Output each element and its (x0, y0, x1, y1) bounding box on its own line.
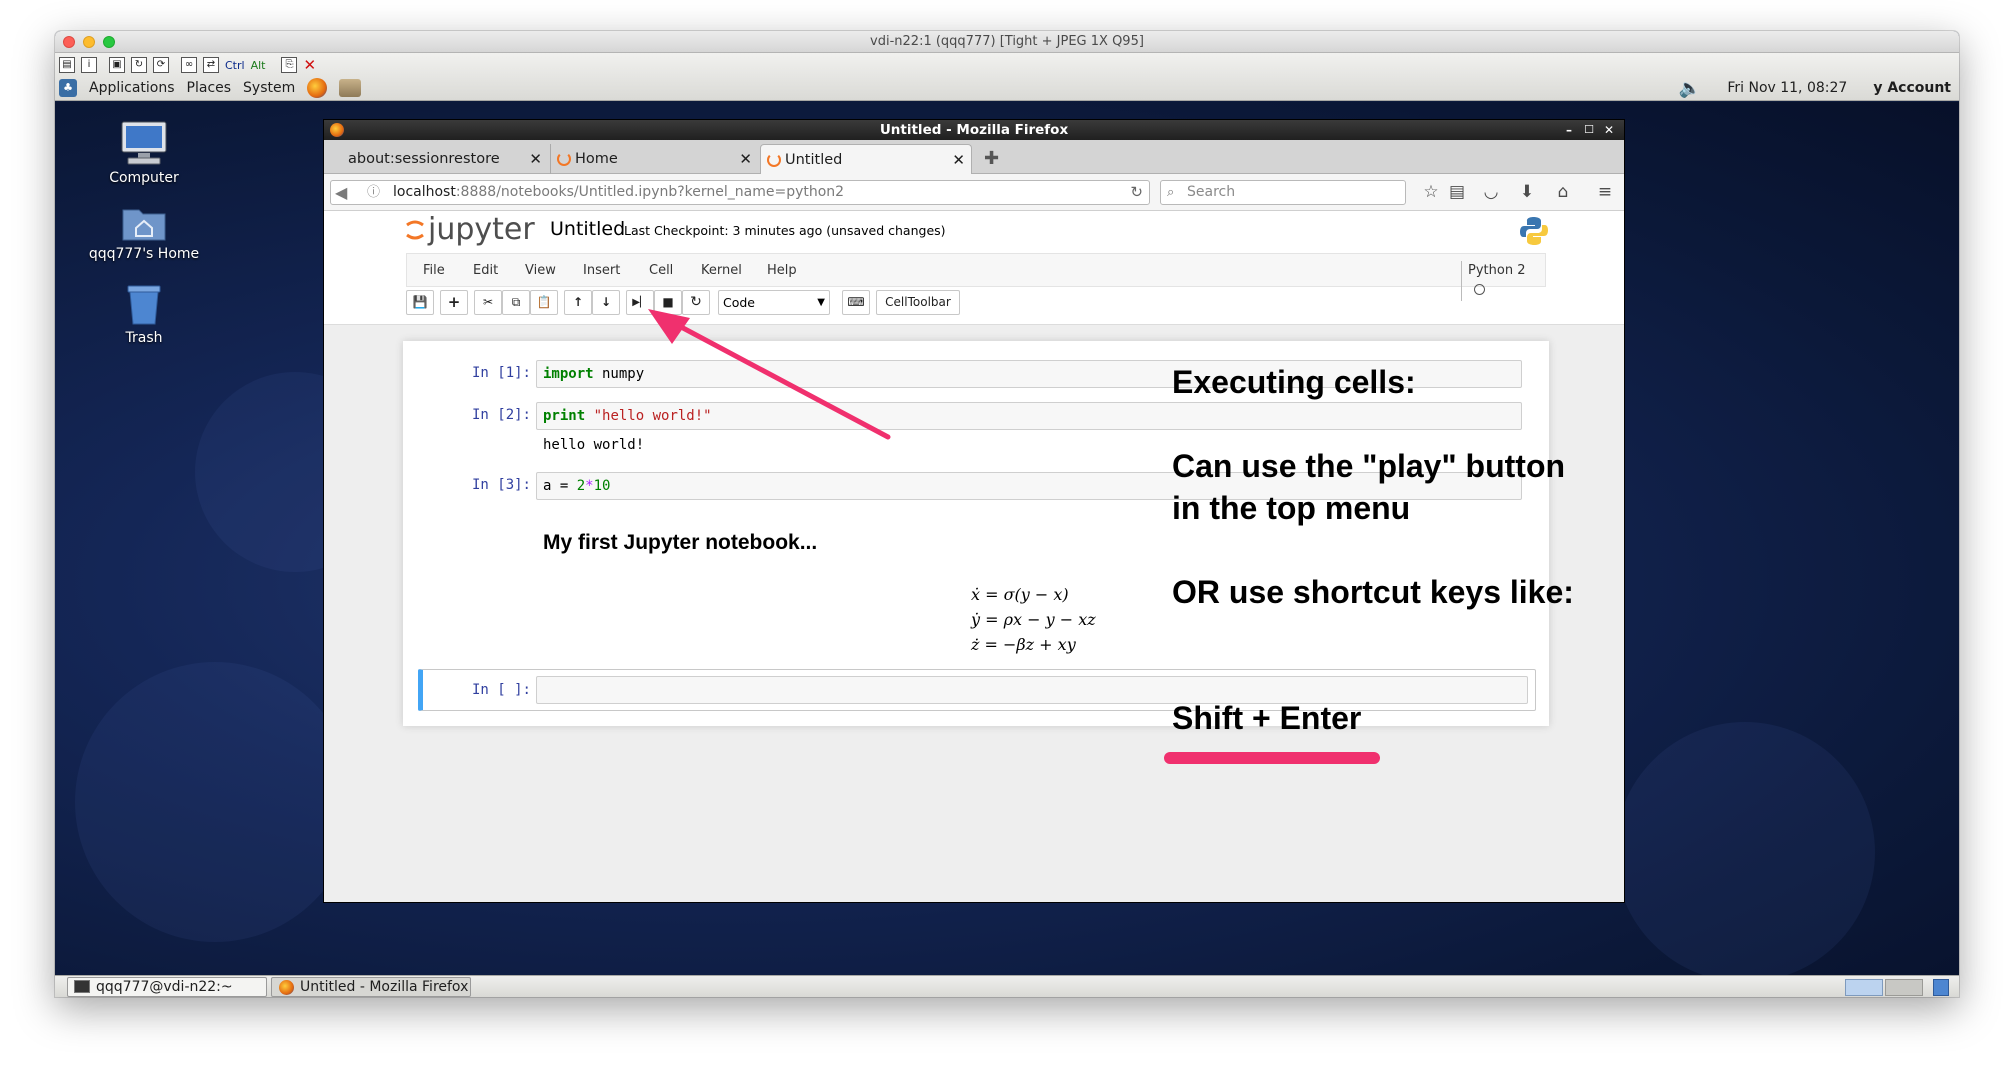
annotation-arrowhead (648, 309, 690, 344)
annotation-layer (648, 309, 1380, 764)
annotation-text: OR use shortcut keys like: (1172, 574, 1574, 610)
annotation-text: in the top menu (1172, 490, 1411, 526)
annotation-arrow (665, 317, 891, 440)
screenshot: vdi-n22:1 (qqq777) [Tight + JPEG 1X Q95]… (0, 0, 2012, 1074)
annotation-text: Executing cells: (1172, 364, 1416, 400)
annotation-text: Shift + Enter (1172, 700, 1362, 736)
annotation-text: Can use the "play" button (1172, 448, 1566, 484)
